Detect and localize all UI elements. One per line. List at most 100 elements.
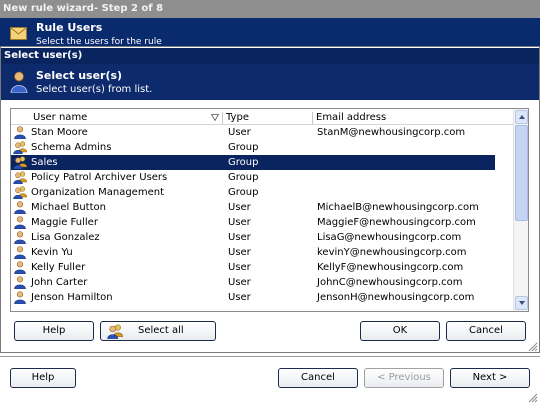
scroll-down-button[interactable] <box>515 296 528 310</box>
cell-user-name: Organization Management <box>31 187 164 198</box>
column-header-email-label: Email address <box>316 112 387 123</box>
scrollbar-thumb[interactable] <box>515 125 528 221</box>
group-icon <box>107 324 123 339</box>
dialog-header-title: Select user(s) <box>36 69 123 82</box>
table-row[interactable]: Kelly Fuller User KellyF@newhousingcorp.co… <box>11 260 495 275</box>
chevron-down-icon <box>519 301 525 305</box>
cell-email: JensonH@newhousingcorp.com <box>317 292 475 303</box>
cell-type: Group <box>228 142 259 153</box>
column-divider[interactable] <box>222 112 223 124</box>
column-header-type-label: Type <box>226 112 249 123</box>
next-label: Next > <box>472 372 508 383</box>
column-header-email[interactable]: Email address <box>316 111 386 124</box>
ok-label: OK <box>392 325 408 336</box>
cell-type: User <box>228 202 251 213</box>
cell-user-name: Sales <box>31 157 58 168</box>
vertical-scrollbar[interactable] <box>513 109 528 311</box>
user-icon <box>13 216 27 229</box>
table-row[interactable]: Jenson Hamilton User JensonH@newhousingcor… <box>11 290 495 305</box>
scroll-up-button[interactable] <box>515 110 528 124</box>
user-icon <box>13 291 27 304</box>
user-icon <box>10 71 28 93</box>
user-icon <box>13 231 27 244</box>
cell-email: MaggieF@newhousingcorp.com <box>317 217 476 228</box>
cell-user-name: Stan Moore <box>31 127 88 138</box>
table-row[interactable]: Stan Moore User StanM@newhousingcorp.com <box>11 125 495 140</box>
group-icon <box>13 141 27 154</box>
divider <box>0 356 540 357</box>
wizard-title-bar: New rule wizard- Step 2 of 8 <box>0 0 540 18</box>
cell-email: KellyF@newhousingcorp.com <box>317 262 464 273</box>
wizard-title: New rule wizard- Step 2 of 8 <box>3 3 164 14</box>
cell-user-name: Policy Patrol Archiver Users <box>31 172 168 183</box>
cell-user-name: Jenson Hamilton <box>31 292 113 303</box>
cell-type: User <box>228 292 251 303</box>
table-row[interactable]: Sales Group <box>11 155 495 170</box>
group-icon <box>13 186 27 199</box>
ok-button[interactable]: OK <box>360 321 440 341</box>
cell-email: kevinY@newhousingcorp.com <box>317 247 467 258</box>
cell-type: User <box>228 262 251 273</box>
cell-type: Group <box>228 157 259 168</box>
cell-user-name: John Carter <box>31 277 88 288</box>
dialog-title: Select user(s) <box>4 50 83 61</box>
cell-user-name: Kevin Yu <box>31 247 73 258</box>
user-icon <box>13 201 27 214</box>
table-row[interactable]: Maggie Fuller User MaggieF@newhousingcorp.… <box>11 215 495 230</box>
user-icon <box>13 246 27 259</box>
wizard-help-label: Help <box>31 372 55 383</box>
cell-user-name: Schema Admins <box>31 142 112 153</box>
dialog-help-button[interactable]: Help <box>14 321 94 341</box>
column-header-user-name-label: User name <box>33 112 88 123</box>
dialog-help-label: Help <box>42 325 66 336</box>
next-button[interactable]: Next > <box>450 368 530 388</box>
cell-type: Group <box>228 187 259 198</box>
cell-email: MichaelB@newhousingcorp.com <box>317 202 479 213</box>
column-divider[interactable] <box>312 112 313 124</box>
cell-email: LisaG@newhousingcorp.com <box>317 232 462 243</box>
table-row[interactable]: Kevin Yu User kevinY@newhousingcorp.com <box>11 245 495 260</box>
table-row[interactable]: John Carter User JohnC@newhousingcorp.com <box>11 275 495 290</box>
user-icon <box>13 261 27 274</box>
group-icon <box>13 156 27 169</box>
table-row[interactable]: Schema Admins Group <box>11 140 495 155</box>
table-row[interactable]: Policy Patrol Archiver Users Group <box>11 170 495 185</box>
cell-email: JohnC@newhousingcorp.com <box>317 277 463 288</box>
dialog-cancel-button[interactable]: Cancel <box>446 321 526 341</box>
group-icon <box>13 171 27 184</box>
column-header-type[interactable]: Type <box>226 111 249 124</box>
user-list[interactable]: User name Type Email address Stan Moore U… <box>10 108 529 312</box>
dialog-header: Select user(s) Select user(s) from list. <box>1 64 539 100</box>
sort-descending-icon <box>211 114 219 121</box>
wizard-cancel-label: Cancel <box>301 372 335 383</box>
select-all-label: Select all <box>138 325 184 336</box>
wizard-header: Rule Users Select the users for the rule <box>0 18 540 46</box>
cell-user-name: Kelly Fuller <box>31 262 86 273</box>
cell-type: User <box>228 127 251 138</box>
user-icon <box>13 276 27 289</box>
wizard-header-title: Rule Users <box>36 21 103 34</box>
table-row[interactable]: Michael Button User MichaelB@newhousingcor… <box>11 200 495 215</box>
dialog-cancel-label: Cancel <box>469 325 503 336</box>
wizard-header-subtitle: Select the users for the rule <box>36 37 162 46</box>
cell-user-name: Maggie Fuller <box>31 217 98 228</box>
cell-type: User <box>228 232 251 243</box>
previous-button[interactable]: < Previous <box>364 368 444 388</box>
table-row[interactable]: Organization Management Group <box>11 185 495 200</box>
dialog-title-bar: Select user(s) <box>1 48 539 64</box>
cell-email: StanM@newhousingcorp.com <box>317 127 466 138</box>
resize-grip-icon[interactable] <box>528 342 538 352</box>
resize-grip-icon[interactable] <box>528 393 538 403</box>
column-header-user-name[interactable]: User name <box>33 111 87 124</box>
cell-user-name: Lisa Gonzalez <box>31 232 100 243</box>
dialog-header-subtitle: Select user(s) from list. <box>36 84 153 95</box>
wizard-help-button[interactable]: Help <box>10 368 76 388</box>
cell-type: User <box>228 217 251 228</box>
wizard-cancel-button[interactable]: Cancel <box>278 368 358 388</box>
chevron-up-icon <box>519 115 525 119</box>
previous-label: < Previous <box>377 372 431 383</box>
select-all-button[interactable]: Select all <box>100 321 216 341</box>
cell-type: User <box>228 277 251 288</box>
table-row[interactable]: Lisa Gonzalez User LisaG@newhousingcorp.co… <box>11 230 495 245</box>
cell-type: User <box>228 247 251 258</box>
